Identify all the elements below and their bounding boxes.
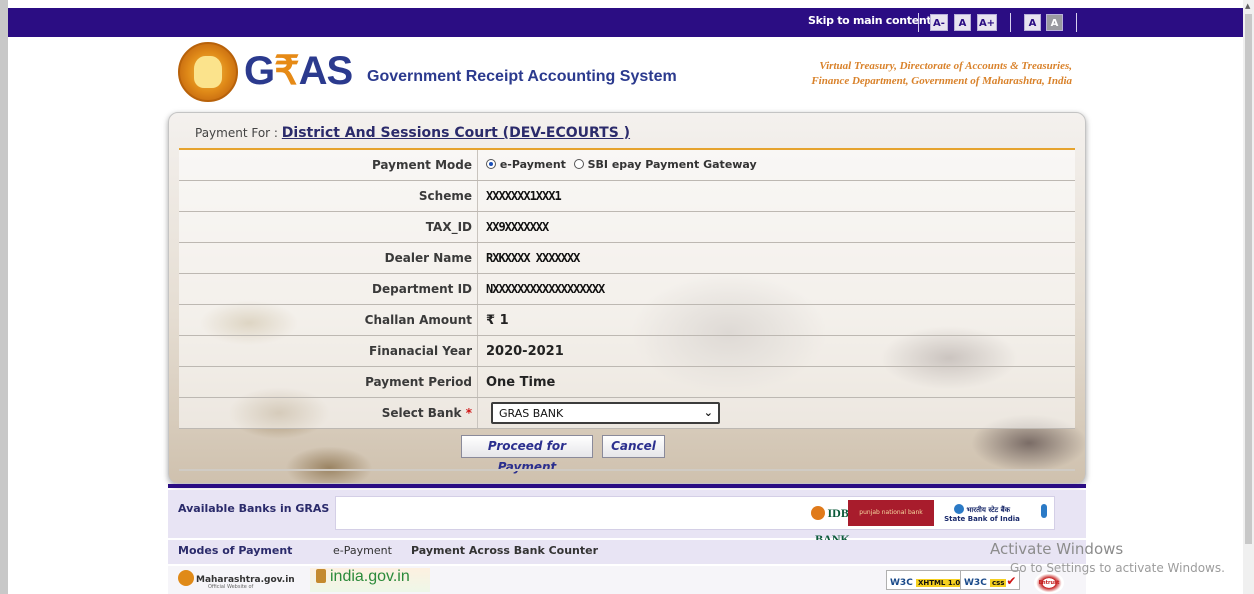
sbi-epay-radio[interactable] [573,159,584,169]
financial-year-value: 2020-2021 [486,344,564,359]
department-id-value: NXXXXXXXXXXXXXXXXXX [486,282,605,296]
divider [168,484,1086,488]
form-row-dealer-name: Dealer Name RXKXXXX XXXXXXX [179,243,1075,274]
e-payment-radio[interactable] [486,159,496,169]
payment-for-value: District And Sessions Court (DEV-ECOURTS… [281,125,631,141]
proceed-for-payment-button[interactable]: Proceed for Payment [461,435,593,474]
form-row-select-bank: Select Bank * GRAS BANK ⌄ [179,398,1075,429]
page: ▲ Skip to main content A- A A+ A A G₹AS … [0,0,1254,594]
window-left-edge [0,0,8,594]
mode-item: Payment Across Bank Counter [411,544,599,557]
field-label: Challan Amount [364,313,472,327]
sbi-bank-logo: भारतीय स्टेट बैंक State Bank of India [938,500,1026,526]
form-row-tax-id: TAX_ID XX9XXXXXXX [179,212,1075,243]
contrast-dark-button[interactable]: A [1046,14,1063,31]
scroll-up-icon[interactable]: ▲ [1245,2,1250,10]
tax-id-value: XX9XXXXXXX [486,220,549,234]
required-marker: * [465,406,472,420]
field-label: Select Bank * [381,406,472,420]
payment-period-value: One Time [486,375,556,390]
header-tagline: Virtual Treasury, Directorate of Account… [811,60,1072,87]
font-decrease-button[interactable]: A- [930,14,948,31]
divider [1010,13,1011,32]
activate-windows-title: Activate Windows [990,540,1124,558]
sbi-epay-label[interactable]: SBI epay Payment Gateway [588,158,757,171]
available-banks-label: Available Banks in GRAS [178,502,330,515]
select-bank-dropdown[interactable]: GRAS BANK ⌄ [491,402,720,424]
pnb-bank-logo: punjab national bank [848,500,934,526]
vertical-scrollbar[interactable]: ▲ [1243,0,1254,594]
maharashtra-gov-link[interactable]: Maharashtra.gov.in Official Website of [178,570,295,590]
cancel-button[interactable]: Cancel [602,435,665,458]
divider [179,469,1075,471]
divider [918,13,919,32]
field-label: Department ID [372,282,472,296]
field-label: TAX_ID [425,220,472,234]
selected-bank: GRAS BANK [499,407,564,420]
mode-item: e-Payment [333,544,392,557]
modes-of-payment: Modes of Payment e-Payment Payment Acros… [168,540,1086,564]
maharashtra-emblem-icon [178,42,238,102]
scheme-value: XXXXXXX1XXX1 [486,189,562,203]
chevron-down-icon: ⌄ [703,406,713,419]
ashoka-emblem-icon [316,569,326,583]
skip-to-main-link[interactable]: Skip to main content [808,14,932,27]
india-gov-link[interactable]: india.gov.in [310,568,430,592]
maharashtra-emblem-icon [178,570,194,586]
bank-logo-partial [1041,504,1047,518]
accessibility-bar: Skip to main content A- A A+ A A [8,8,1243,37]
scrollbar-thumb[interactable] [1245,14,1252,544]
form-row-financial-year: Finanacial Year 2020-2021 [179,336,1075,367]
form-row-department-id: Department ID NXXXXXXXXXXXXXXXXXX [179,274,1075,305]
payment-mode-radio-group: e-Payment SBI epay Payment Gateway [486,158,757,171]
logo-subtitle: Government Receipt Accounting System [367,68,677,85]
form-row-payment-mode: Payment Mode e-Payment SBI epay Payment … [179,150,1075,181]
challan-amount-value: ₹ 1 [486,313,509,328]
font-normal-button[interactable]: A [954,14,971,31]
form-row-payment-period: Payment Period One Time [179,367,1075,398]
e-payment-label[interactable]: e-Payment [500,158,566,171]
font-increase-button[interactable]: A+ [977,14,997,31]
footer: Maharashtra.gov.in Official Website of in… [168,566,1086,594]
contrast-light-button[interactable]: A [1024,14,1041,31]
payment-for: Payment For : District And Sessions Cour… [195,125,631,141]
form-row-scheme: Scheme XXXXXXX1XXX1 [179,181,1075,212]
field-label: Finanacial Year [369,344,472,358]
divider [1076,13,1077,32]
modes-label: Modes of Payment [178,544,293,557]
entrust-seal: Entrust [1034,572,1064,594]
field-label: Dealer Name [384,251,472,265]
payment-form: Payment For : District And Sessions Cour… [168,112,1086,484]
field-label: Payment Mode [371,158,472,172]
field-label: Scheme [418,189,472,203]
activate-windows-subtitle: Go to Settings to activate Windows. [1010,561,1225,575]
form-row-challan-amount: Challan Amount ₹ 1 [179,305,1075,336]
dealer-name-value: RXKXXXX XXXXXXX [486,251,580,265]
field-label: Payment Period [365,375,472,389]
gras-logo: G₹AS [244,49,353,93]
